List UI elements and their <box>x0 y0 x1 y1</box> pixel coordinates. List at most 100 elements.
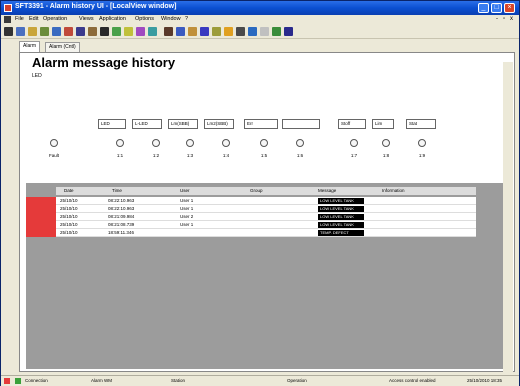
dropdown-lm2-sbb[interactable]: Lm2(SBB) <box>204 119 234 129</box>
cell-user: User 1 <box>180 206 194 211</box>
cell-date: 25/10/10 <box>60 214 78 219</box>
save-icon[interactable] <box>40 27 49 36</box>
table-row[interactable]: 25/10/10 08:21:08.739 User 1 LOW LEVEL T… <box>26 221 510 229</box>
cut-icon[interactable] <box>64 27 73 36</box>
play-icon[interactable] <box>272 27 281 36</box>
dropdown-blank[interactable] <box>282 119 320 129</box>
vertical-scrollbar[interactable] <box>503 62 513 372</box>
forward-arrow-icon[interactable] <box>260 27 269 36</box>
cell-date: 25/10/10 <box>60 198 78 203</box>
settings-icon[interactable] <box>136 27 145 36</box>
radio-fault[interactable] <box>50 139 58 147</box>
cell-user: User 1 <box>180 222 194 227</box>
alarm-icon[interactable] <box>224 27 233 36</box>
new-icon[interactable] <box>16 27 25 36</box>
menu-help[interactable]: ? <box>185 16 188 22</box>
cell-message: TEMP. DEFECT <box>318 230 364 236</box>
dropdown-stat[interactable]: Stat <box>406 119 436 129</box>
cell-date: 25/10/10 <box>60 222 78 227</box>
row-selector[interactable] <box>26 221 56 229</box>
menu-views[interactable]: Views <box>79 16 94 22</box>
alarm-status-icon <box>4 378 10 384</box>
title-bar[interactable]: SFT3391 - Alarm history UI - [LocalView … <box>1 1 519 15</box>
radio-label-1-9: 1:9 <box>418 153 426 158</box>
column-header-time[interactable]: Time <box>112 188 122 193</box>
warning-icon[interactable] <box>212 27 221 36</box>
radio-1-6[interactable] <box>296 139 304 147</box>
tool-icon[interactable] <box>176 27 185 36</box>
user-icon[interactable] <box>200 27 209 36</box>
status-station: Station <box>171 378 186 383</box>
radio-1-2[interactable] <box>152 139 160 147</box>
tab-alarm-cntl[interactable]: Alarm (Cntl) <box>45 42 80 52</box>
chart-icon[interactable] <box>236 27 245 36</box>
dropdown-l-led[interactable]: L-LED <box>132 119 162 129</box>
radio-1-7[interactable] <box>350 139 358 147</box>
menu-window[interactable]: Window <box>161 16 181 22</box>
table-row[interactable]: 25/10/10 08:22:10.963 User 1 LOW LEVEL T… <box>26 197 510 205</box>
dropdown-lim[interactable]: Lim <box>372 119 394 129</box>
mdi-close-button[interactable]: x <box>510 16 513 22</box>
search-icon[interactable] <box>148 27 157 36</box>
filter-icon[interactable] <box>124 27 133 36</box>
minimize-button[interactable]: _ <box>478 3 489 13</box>
menu-options[interactable]: Options <box>135 16 154 22</box>
menu-edit[interactable]: Edit <box>29 16 38 22</box>
row-cells: 25/10/10 08:21:09.984 User 2 LOW LEVEL T… <box>56 213 476 221</box>
lock-icon[interactable] <box>188 27 197 36</box>
status-alarm: Alarm WM <box>91 378 112 383</box>
paste-icon[interactable] <box>88 27 97 36</box>
row-cells: 25/10/10 08:22:10.963 User 1 LOW LEVEL T… <box>56 205 476 213</box>
dropdown-stoff[interactable]: Stoff <box>338 119 366 129</box>
cell-user: User 2 <box>180 214 194 219</box>
connect-icon[interactable] <box>4 27 13 36</box>
toolbar <box>1 25 519 39</box>
refresh-icon[interactable] <box>112 27 121 36</box>
print-icon[interactable] <box>52 27 61 36</box>
copy-icon[interactable] <box>76 27 85 36</box>
cell-message: LOW LEVEL TANK <box>318 198 364 204</box>
cell-date: 25/10/10 <box>60 230 78 235</box>
row-selector[interactable] <box>26 229 56 237</box>
column-header-user[interactable]: User <box>180 188 190 193</box>
column-header-information[interactable]: Information <box>382 188 405 193</box>
menu-file[interactable]: File <box>15 16 24 22</box>
document-icon <box>4 16 11 23</box>
row-selector[interactable] <box>26 205 56 213</box>
row-selector[interactable] <box>26 213 56 221</box>
maximize-button[interactable]: □ <box>491 3 502 13</box>
mdi-minimize-button[interactable]: - <box>496 16 498 22</box>
radio-1-4[interactable] <box>222 139 230 147</box>
status-mode: Access control enabled <box>389 378 436 383</box>
menu-application[interactable]: Application <box>99 16 126 22</box>
column-header-group[interactable]: Group <box>250 188 263 193</box>
status-state: Operation <box>287 378 307 383</box>
tab-alarm[interactable]: Alarm <box>19 41 41 52</box>
table-row[interactable]: 25/10/10 08:21:09.984 User 2 LOW LEVEL T… <box>26 213 510 221</box>
row-cells: 25/10/10 18:59:11.346 TEMP. DEFECT <box>56 229 476 237</box>
open-icon[interactable] <box>28 27 37 36</box>
radio-1-3[interactable] <box>186 139 194 147</box>
close-button[interactable]: × <box>504 3 515 13</box>
radio-1-9[interactable] <box>418 139 426 147</box>
cell-time: 08:21:08.739 <box>108 222 135 227</box>
export-icon[interactable] <box>284 27 293 36</box>
radio-label-1-7: 1:7 <box>350 153 358 158</box>
disk-icon[interactable] <box>100 27 109 36</box>
radio-1-5[interactable] <box>260 139 268 147</box>
dropdown-err[interactable]: Err <box>244 119 278 129</box>
column-header-date[interactable]: Date <box>64 188 74 193</box>
radio-1-8[interactable] <box>382 139 390 147</box>
dropdown-lm-sbb[interactable]: Lm(SBB) <box>168 119 198 129</box>
table-row[interactable]: 25/10/10 08:22:10.963 User 1 LOW LEVEL T… <box>26 205 510 213</box>
table-row[interactable]: 25/10/10 18:59:11.346 TEMP. DEFECT <box>26 229 510 237</box>
column-header-message[interactable]: Message <box>318 188 336 193</box>
menu-operation[interactable]: Operation <box>43 16 67 22</box>
row-selector[interactable] <box>26 197 56 205</box>
mdi-restore-button[interactable]: ▫ <box>503 16 505 22</box>
cell-time: 08:22:10.963 <box>108 206 135 211</box>
dropdown-led[interactable]: LED <box>98 119 126 129</box>
radio-1-1[interactable] <box>116 139 124 147</box>
wrench-icon[interactable] <box>164 27 173 36</box>
back-arrow-icon[interactable] <box>248 27 257 36</box>
